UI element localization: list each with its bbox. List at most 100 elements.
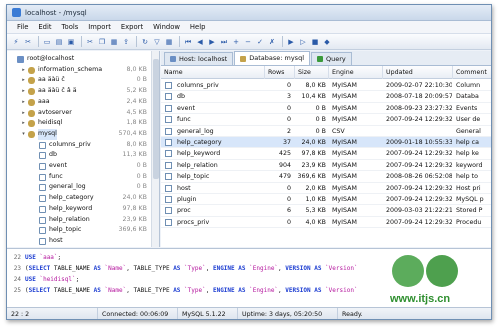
menu-help[interactable]: Help <box>185 23 211 31</box>
expand-icon[interactable]: ▸ <box>20 97 27 108</box>
filter-icon[interactable]: ▽ <box>152 37 162 47</box>
table-row[interactable]: event 0 0 B MyISAM 2008-09-23 23:27:32 Events <box>161 103 491 115</box>
run-selection-icon[interactable]: ▷ <box>298 37 308 47</box>
menu-file[interactable]: File <box>12 23 33 31</box>
tree-item[interactable]: db 11,3 KB <box>7 150 151 161</box>
stop-icon[interactable]: ■ <box>310 37 320 47</box>
save-icon[interactable]: ▣ <box>66 37 76 47</box>
tree-item[interactable]: help_keyword 97,8 KB <box>7 204 151 215</box>
add-record-icon[interactable]: + <box>231 37 241 47</box>
tree-item[interactable]: ▸ aaa 2,4 KB <box>7 97 151 108</box>
table-row[interactable]: proc 6 5,3 KB MyISAM 2009-03-03 21:22:21 Stor… <box>161 205 491 217</box>
menu-edit[interactable]: Edit <box>33 23 56 31</box>
tab-database[interactable]: Database: mysql <box>234 51 311 65</box>
table-icon <box>39 184 46 192</box>
table-row[interactable]: general_log 2 0 B CSV General <box>161 126 491 137</box>
table-row[interactable]: func 0 0 B MyISAM 2007-09-24 12:29:32 User de <box>161 114 491 126</box>
cell-size: 24,0 KB <box>301 139 326 146</box>
table-row[interactable]: host 0 2,0 KB MyISAM 2007-09-24 12:29:32 Host… <box>161 183 491 194</box>
open-icon[interactable]: ▤ <box>54 37 64 47</box>
tab-host[interactable]: Host: localhost <box>164 52 234 65</box>
connect-icon[interactable]: ⚡ <box>11 37 21 47</box>
expand-icon[interactable]: ▸ <box>20 108 27 119</box>
explain-icon[interactable]: ◆ <box>322 37 332 47</box>
cell-engine: MyISAM <box>332 173 357 181</box>
tree-item[interactable]: event 0 B <box>7 161 151 172</box>
expand-icon[interactable]: ▸ <box>20 65 27 76</box>
table-row[interactable]: help_category 37 24,0 KB MyISAM 2009-01-18 1… <box>161 137 491 149</box>
cut-icon[interactable]: ✂ <box>85 37 95 47</box>
column-header-updated[interactable]: Updated <box>383 66 453 79</box>
last-record-icon[interactable]: ⏭ <box>219 37 229 47</box>
tree-item[interactable]: host <box>7 236 151 247</box>
paste-icon[interactable]: ▦ <box>109 37 119 47</box>
tree-item[interactable]: general_log 0 B <box>7 182 151 193</box>
menu-tools[interactable]: Tools <box>57 23 84 31</box>
tree-item[interactable]: func 0 B <box>7 172 151 183</box>
table-icon <box>165 139 172 146</box>
next-record-icon[interactable]: ▶ <box>207 37 217 47</box>
tree-item-size: 0 B <box>136 162 147 169</box>
run-icon[interactable]: ▶ <box>286 37 296 47</box>
table-row[interactable]: help_relation 904 23,9 KB MyISAM 2007-09-24 … <box>161 160 491 172</box>
post-record-icon[interactable]: ✓ <box>255 37 265 47</box>
column-header-comment[interactable]: Comment <box>453 66 491 79</box>
tree-item[interactable]: ▸ information_schema 8,0 KB <box>7 65 151 76</box>
tab-query[interactable]: Query <box>311 52 352 65</box>
tree-item[interactable]: root@localhost <box>7 54 151 65</box>
scrollbar-thumb[interactable] <box>153 59 159 179</box>
cell-comment: Host pri <box>456 184 481 192</box>
table-row[interactable]: db 3 10,4 KB MyISAM 2008-07-18 20:09:57 Datab… <box>161 91 491 103</box>
cell-name: event <box>177 104 195 112</box>
cell-comment: Procedu <box>456 218 482 226</box>
column-header-size[interactable]: Size <box>295 66 329 79</box>
cell-size: 2,0 KB <box>305 184 326 192</box>
tree-item[interactable]: ▸ avtoserver 4,5 KB <box>7 108 151 119</box>
column-header-rows[interactable]: Rows <box>265 66 295 79</box>
table-row[interactable]: plugin 0 1,0 KB MyISAM 2007-09-24 12:29:32 My… <box>161 194 491 206</box>
menu-window[interactable]: Window <box>148 23 185 31</box>
table-row[interactable]: columns_priv 0 8,0 KB MyISAM 2009-02-07 22:1… <box>161 80 491 92</box>
tree-item[interactable]: columns_priv 8,0 KB <box>7 140 151 151</box>
main-panel: Host: localhost Database: mysql Query Na… <box>161 51 491 247</box>
column-header-name[interactable]: Name <box>161 66 265 79</box>
delete-record-icon[interactable]: − <box>243 37 253 47</box>
tree-item[interactable]: ▾ mysql 570,4 KB <box>7 128 151 140</box>
tree-item[interactable]: ▸ aa äàü č 0 B <box>7 75 151 86</box>
expand-icon[interactable]: ▸ <box>20 86 27 97</box>
cell-updated: 2007-09-24 12:29:32 <box>386 184 452 192</box>
cell-updated: 2009-03-03 21:22:21 <box>386 207 452 215</box>
tree-item[interactable]: help_relation 23,9 KB <box>7 215 151 226</box>
first-record-icon[interactable]: ⏮ <box>183 37 193 47</box>
menu-import[interactable]: Import <box>83 23 116 31</box>
database-tree[interactable]: root@localhost ▸ information_schema 8,0 KB ▸… <box>7 51 160 247</box>
tree-scrollbar[interactable] <box>151 51 159 247</box>
expand-icon[interactable]: ▸ <box>20 118 27 129</box>
cell-name: host <box>177 184 191 192</box>
table-row[interactable]: procs_priv 0 4,0 KB MyISAM 2007-09-24 12:29:… <box>161 217 491 229</box>
tree-item[interactable]: ▸ aa äàü č â ä 5,2 KB <box>7 86 151 97</box>
expand-icon[interactable]: ▸ <box>20 75 27 86</box>
status-connected: Connected: 00:06:09 <box>97 308 177 319</box>
refresh-icon[interactable]: ↻ <box>140 37 150 47</box>
cell-name: db <box>177 93 185 101</box>
tree-item[interactable]: ▸ heidisql 1,8 KB <box>7 118 151 129</box>
tree-item[interactable]: help_category 24,0 KB <box>7 193 151 204</box>
prev-record-icon[interactable]: ◀ <box>195 37 205 47</box>
collapse-icon[interactable]: ▾ <box>20 129 27 140</box>
cancel-record-icon[interactable]: ✗ <box>267 37 277 47</box>
grid-icon[interactable]: ▦ <box>164 37 174 47</box>
cell-rows: 3 <box>286 93 291 101</box>
export-icon[interactable]: ⇪ <box>121 37 131 47</box>
table-row[interactable]: help_topic 479 369,6 KB MyISAM 2008-08-26 06… <box>161 171 491 183</box>
new-icon[interactable]: ▭ <box>42 37 52 47</box>
sql-keyword: AS <box>93 265 101 272</box>
column-header-engine[interactable]: Engine <box>329 66 383 79</box>
sql-keyword: SELECT <box>28 287 51 294</box>
menu-export[interactable]: Export <box>116 23 148 31</box>
sql-keyword: ENGINE <box>212 287 235 294</box>
tree-item[interactable]: help_topic 369,6 KB <box>7 225 151 236</box>
disconnect-icon[interactable]: ✂ <box>23 37 33 47</box>
copy-icon[interactable]: ❐ <box>97 37 107 47</box>
table-row[interactable]: help_keyword 425 97,8 KB MyISAM 2007-09-24 1… <box>161 148 491 160</box>
